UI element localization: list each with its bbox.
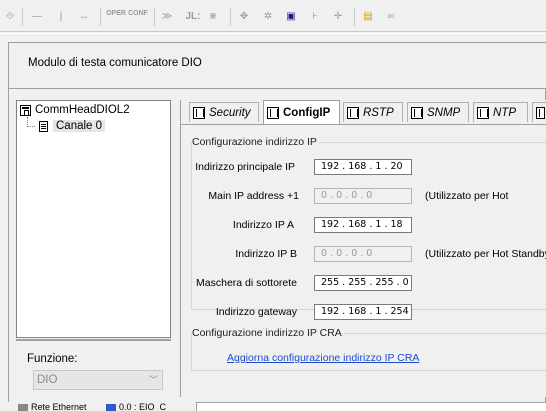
tab-icon <box>536 106 546 119</box>
function-value: DIO <box>37 374 58 386</box>
tab-icon <box>411 106 423 119</box>
network-icon[interactable]: ✥ <box>236 8 252 26</box>
hot-standby-note: (Utilizzato per Hot Standby) <box>425 248 546 260</box>
hot-standby-note: (Utilizzato per Hot <box>425 190 509 202</box>
module-icon[interactable]: ▣ <box>283 8 299 26</box>
toolbar: ⟐ — | ↔ OPER CONF ≫ JL: ⋇ ✥ ✲ ▣ ⊦ ✛ ▤ ∞ <box>0 0 546 32</box>
bottom-tab-label: Rete Ethernet <box>31 403 87 411</box>
function-panel: Funzione: DIO ﹀ <box>16 339 171 401</box>
subnet-mask-label: Maschera di sottorete <box>196 277 297 289</box>
fast-forward-icon[interactable]: ≫ <box>160 8 174 26</box>
tab-label: NTP <box>493 106 516 119</box>
minus-icon[interactable]: — <box>30 8 44 26</box>
pattern-icon[interactable]: ⋇ <box>205 8 221 26</box>
tab-icon <box>347 106 359 119</box>
bottom-tab-label: 0.0 : EIO_C <box>119 403 167 411</box>
device-tree[interactable]: CommHeadDIOL2 Canale 0 <box>16 100 171 338</box>
header-panel: Modulo di testa comunicatore DIO <box>9 43 546 89</box>
expand-icon[interactable]: ↔ <box>74 8 94 26</box>
tree-item-commhead[interactable]: CommHeadDIOL2 <box>20 103 130 117</box>
bottom-tab-eio[interactable]: 0.0 : EIO_C <box>106 403 192 411</box>
chevron-down-icon: ﹀ <box>148 375 158 385</box>
editor-window: Modulo di testa comunicatore DIO CommHea… <box>0 33 546 411</box>
tab-configip[interactable]: ConfigIP <box>263 100 340 124</box>
ip-b-field: 0 . 0 . 0 . 0 <box>314 246 412 262</box>
ip-b-label: Indirizzo IP B <box>235 248 297 260</box>
gateway-label: Indirizzo gateway <box>215 306 297 318</box>
tree-item-canale[interactable]: Canale 0 <box>35 119 106 133</box>
configip-panel: Configurazione indirizzo IP Indirizzo pr… <box>181 124 546 397</box>
function-label: Funzione: <box>27 353 78 365</box>
page-title: Modulo di testa comunicatore DIO <box>28 57 202 69</box>
bottom-tab-strip: Rete Ethernet 0.0 : EIO_C <box>0 402 546 411</box>
jl-button[interactable]: JL: <box>183 8 203 26</box>
tab-label: SNMP <box>427 106 461 119</box>
module-icon <box>106 404 116 411</box>
tab-label: Security <box>209 106 251 119</box>
toolbar-separator <box>154 8 155 26</box>
tab-snmp[interactable]: SNMP <box>407 102 469 122</box>
ip-a-label: Indirizzo IP A <box>232 219 294 231</box>
connect-icon[interactable]: ⟐ <box>2 8 18 26</box>
status-area <box>196 402 546 411</box>
tab-rstp[interactable]: RSTP <box>343 102 403 122</box>
editor-inner: Modulo di testa comunicatore DIO CommHea… <box>8 42 546 404</box>
ip-a-field[interactable]: 192 . 168 . 1 . 18 <box>314 217 412 233</box>
main-ip-plus1-field: 0 . 0 . 0 . 0 <box>314 188 412 204</box>
subnet-mask-field[interactable]: 255 . 255 . 255 . 0 <box>314 275 412 291</box>
group-title: Configurazione indirizzo IP CRA <box>192 327 344 339</box>
tab-icon <box>267 106 279 119</box>
main-ip-plus1-label: Main IP address +1 <box>208 190 299 202</box>
tree-connector <box>27 117 35 127</box>
tab-icon <box>477 106 489 119</box>
config-area: Security ConfigIP RSTP SNMP NTP Configur… <box>180 100 546 397</box>
toolbar-separator <box>100 8 101 26</box>
module-icon <box>20 104 31 116</box>
branch-icon[interactable]: ⊦ <box>307 8 323 26</box>
folder-icon[interactable]: ▤ <box>360 8 376 26</box>
tab-label: ConfigIP <box>283 106 331 119</box>
gateway-field[interactable]: 192 . 168 . 1 . 254 <box>314 304 412 320</box>
toolbar-separator <box>22 8 23 26</box>
channel-icon <box>39 120 48 132</box>
divider-icon[interactable]: | <box>56 8 66 26</box>
tab-icon <box>193 106 205 119</box>
main-ip-field[interactable]: 192 . 168 . 1 . 20 <box>314 159 412 175</box>
toolbar-separator <box>230 8 231 26</box>
function-select[interactable]: DIO ﹀ <box>33 370 163 390</box>
tab-more[interactable] <box>532 102 546 122</box>
tree-item-label: Canale 0 <box>53 120 106 132</box>
group-title: Configurazione indirizzo IP <box>192 136 319 148</box>
oper-button[interactable]: OPER <box>106 10 126 28</box>
network-icon <box>18 404 28 411</box>
settings-icon[interactable]: ✲ <box>260 8 276 26</box>
tree-item-label: CommHeadDIOL2 <box>35 104 130 116</box>
tab-security[interactable]: Security <box>189 102 259 122</box>
glasses-icon[interactable]: ∞ <box>382 8 400 26</box>
cross-icon[interactable]: ✛ <box>330 8 346 26</box>
tab-ntp[interactable]: NTP <box>473 102 528 122</box>
bottom-tab-ethernet[interactable]: Rete Ethernet <box>18 403 98 411</box>
conf-button[interactable]: CONF <box>128 10 148 28</box>
main-ip-label: Indirizzo principale IP <box>195 161 295 173</box>
tab-bar: Security ConfigIP RSTP SNMP NTP <box>181 100 546 124</box>
toolbar-separator <box>354 8 355 26</box>
tab-label: RSTP <box>363 106 394 119</box>
update-cra-ip-link[interactable]: Aggiorna configurazione indirizzo IP CRA <box>227 352 419 364</box>
